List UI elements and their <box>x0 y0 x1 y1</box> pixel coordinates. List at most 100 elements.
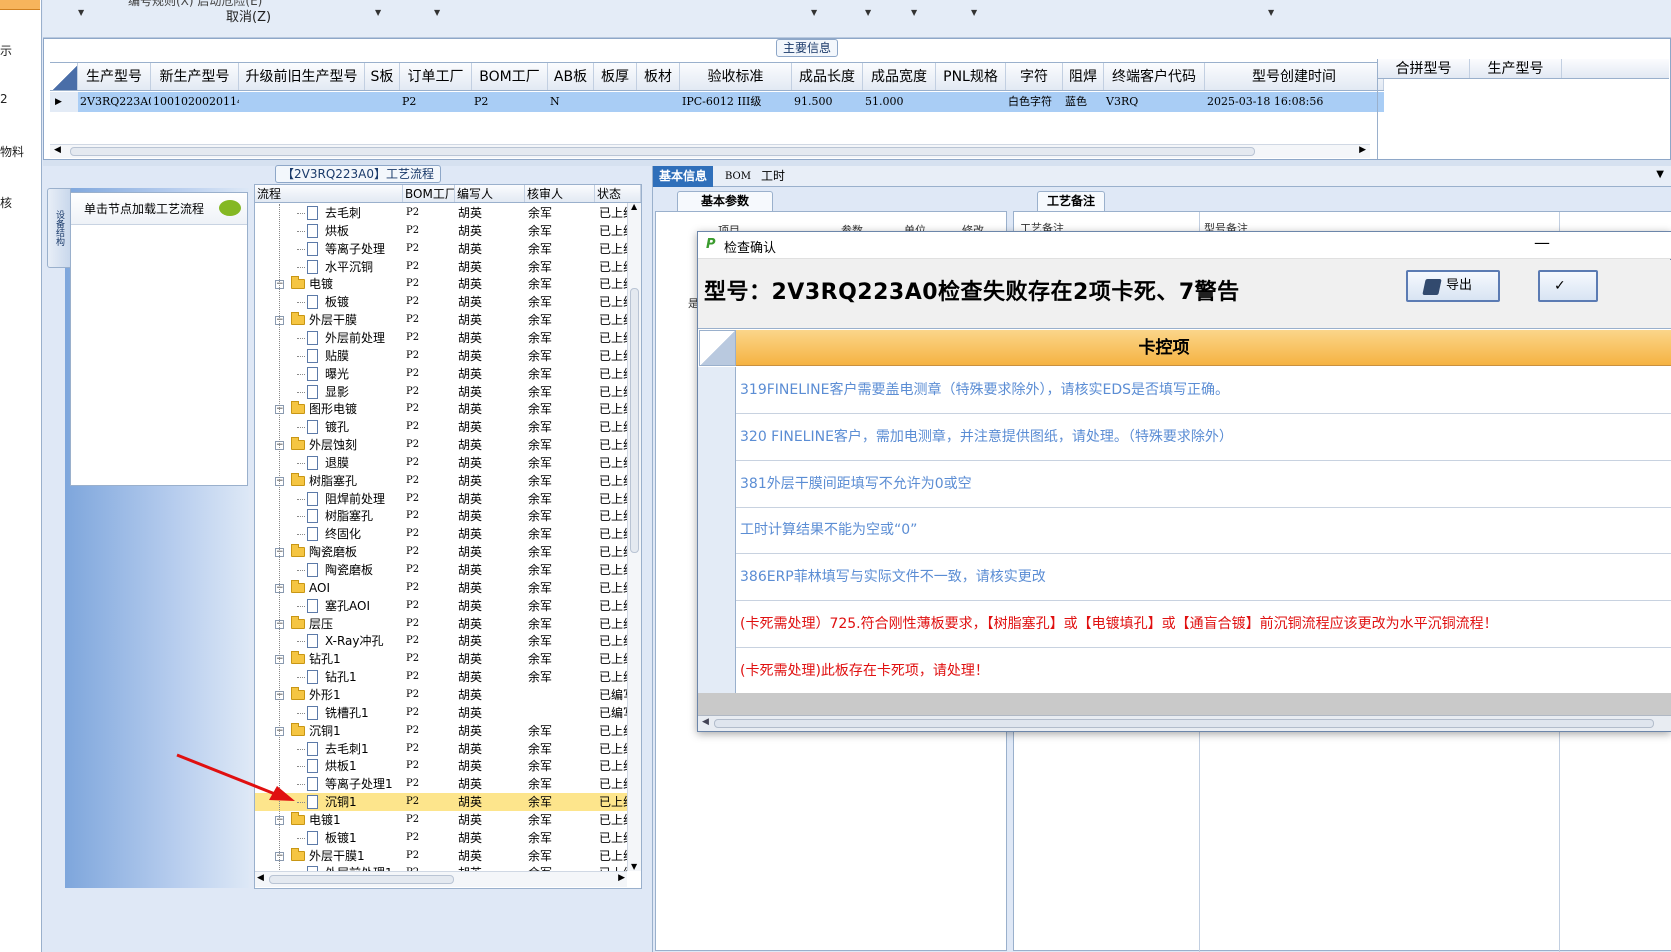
tree-node-label[interactable]: 铣槽孔1 <box>325 704 369 722</box>
tree-node-label[interactable]: 烘板1 <box>325 757 357 775</box>
tree-node-label[interactable]: 板镀 <box>325 293 349 311</box>
tree-row[interactable]: −外层蚀刻P2胡英余军已上线 <box>255 436 627 454</box>
col-header-control-items[interactable]: 卡控项 <box>736 330 1671 366</box>
tree-row[interactable]: −层压P2胡英余军已上线 <box>255 615 627 633</box>
tree-node-label[interactable]: 沉铜1 <box>309 722 341 740</box>
control-item-row[interactable]: 381外层干膜间距填写不允许为0或空 <box>698 460 1671 508</box>
col-header[interactable]: 订单工厂 <box>400 63 472 90</box>
cell[interactable] <box>936 92 1006 112</box>
dialog-titlebar[interactable]: P 检查确认 — <box>698 232 1671 259</box>
tree-node-label[interactable]: X-Ray冲孔 <box>325 632 383 650</box>
tree-row[interactable]: −沉铜1P2胡英余军已上线 <box>255 722 627 740</box>
cell[interactable]: N <box>548 92 594 112</box>
col-header[interactable]: 新生产型号 <box>151 63 239 90</box>
tree-row[interactable]: 曝光 P2 胡英 余军 已上线 <box>255 365 627 383</box>
tree-node-label[interactable]: 层压 <box>309 615 333 633</box>
tree-node-label[interactable]: 水平沉铜 <box>325 258 373 276</box>
tree-node-label[interactable]: 陶瓷磨板 <box>309 543 357 561</box>
dropdown-arrow-icon[interactable]: ▼ <box>1268 8 1274 17</box>
tree-row[interactable]: −电镀1P2胡英余军已上线 <box>255 811 627 829</box>
tree-row[interactable]: 板镀1 P2 胡英 余军 已上线 <box>255 829 627 847</box>
cell[interactable]: 2025-03-18 16:08:56 <box>1205 92 1384 112</box>
row-indicator[interactable] <box>698 601 736 648</box>
tree-node-label[interactable]: 树脂塞孔 <box>309 472 357 490</box>
col-header[interactable]: 生产型号 <box>1470 59 1562 78</box>
tree-row[interactable]: −陶瓷磨板P2胡英余军已上线 <box>255 543 627 561</box>
minimize-button[interactable]: — <box>1534 233 1550 252</box>
tree-row[interactable]: 铣槽孔1 P2 胡英 已编写 <box>255 704 627 722</box>
cell[interactable]: P2 <box>400 92 472 112</box>
tree-node-label[interactable]: 沉铜1 <box>325 793 357 811</box>
col-header[interactable]: 阻焊 <box>1063 63 1104 90</box>
col-header[interactable]: 编写人 <box>455 185 525 202</box>
cell[interactable] <box>637 92 680 112</box>
tree-row[interactable]: 去毛刺 P2 胡英 余军 已上线 <box>255 204 627 222</box>
col-header[interactable]: 合拼型号 <box>1378 59 1470 78</box>
tree-node-label[interactable]: 显影 <box>325 383 349 401</box>
tree-node-label[interactable]: 板镀1 <box>325 829 357 847</box>
dropdown-arrow-icon[interactable]: ▼ <box>78 8 84 17</box>
cell[interactable] <box>239 92 365 112</box>
dropdown-arrow-icon[interactable]: ▼ <box>811 8 817 17</box>
tree-row[interactable]: 退膜 P2 胡英 余军 已上线 <box>255 454 627 472</box>
tree-node-label[interactable]: 塞孔AOI <box>325 597 370 615</box>
row-indicator[interactable] <box>698 367 736 414</box>
tree-row[interactable]: 烘板1 P2 胡英 余军 已上线 <box>255 757 627 775</box>
tree-row[interactable]: −电镀P2胡英余军已上线 <box>255 275 627 293</box>
row-indicator[interactable] <box>698 413 736 461</box>
tree-node-label[interactable]: 外层干膜 <box>309 311 357 329</box>
vertical-scrollbar[interactable]: ▲ ▼ <box>627 202 641 871</box>
col-header[interactable]: 生产型号 <box>78 63 151 90</box>
col-header[interactable]: 字符 <box>1006 63 1063 90</box>
col-header[interactable]: 状态 <box>595 185 641 202</box>
tree-row[interactable]: 沉铜1 P2 胡英 余军 已上线 <box>255 793 627 812</box>
tab-work-hours[interactable]: 工时 <box>755 166 791 187</box>
control-item-row[interactable]: (卡死需处理)此板存在卡死项，请处理！ <box>698 647 1671 695</box>
col-header[interactable]: BOM工厂 <box>472 63 548 90</box>
cell[interactable]: 51.000 <box>863 92 936 112</box>
tree-row[interactable]: 阻焊前处理 P2 胡英 余军 已上线 <box>255 490 627 508</box>
control-item-row[interactable]: (卡死需处理）725.符合刚性薄板要求，【树脂塞孔】或【电镀填孔】或【通盲合镀】… <box>698 601 1671 648</box>
tree-row[interactable]: −外层干膜P2胡英余军已上线 <box>255 311 627 329</box>
tree-node-label[interactable]: 钻孔1 <box>309 650 341 668</box>
tree-row[interactable]: 钻孔1 P2 胡英 余军 已上线 <box>255 668 627 686</box>
col-header[interactable]: AB板 <box>548 63 594 90</box>
tree-node-label[interactable]: 镀孔 <box>325 418 349 436</box>
tree-node-label[interactable]: 外层前处理 <box>325 329 385 347</box>
chevron-down-icon[interactable]: ▼ <box>1656 169 1664 180</box>
control-item-row[interactable]: 320 FINELINE客户，需加电测章，并注意提供图纸，请处理。（特殊要求除外… <box>698 413 1671 461</box>
tree-row[interactable]: X-Ray冲孔 P2 胡英 余军 已上线 <box>255 632 627 650</box>
scrollbar-thumb[interactable] <box>714 719 1654 728</box>
tab-basic-params[interactable]: 基本参数 <box>677 191 773 211</box>
scrollbar-thumb[interactable] <box>269 875 454 884</box>
control-item-row[interactable]: 386ERP菲林填写与实际文件不一致，请核实更改 <box>698 554 1671 602</box>
row-indicator[interactable] <box>698 647 736 695</box>
col-header[interactable]: S板 <box>365 63 400 90</box>
col-header[interactable]: 流程 <box>255 185 403 202</box>
horizontal-scrollbar[interactable]: ◀ <box>698 715 1671 731</box>
tree-row[interactable]: 显影 P2 胡英 余军 已上线 <box>255 383 627 401</box>
tree-row[interactable]: −外形1P2胡英已编写 <box>255 686 627 704</box>
tree-row[interactable]: 贴膜 P2 胡英 余军 已上线 <box>255 347 627 365</box>
tree-row[interactable]: 去毛刺1 P2 胡英 余军 已上线 <box>255 740 627 758</box>
tree-node-label[interactable]: 图形电镀 <box>309 400 357 418</box>
grid-corner[interactable] <box>699 330 736 366</box>
tree-row[interactable]: 等离子处理1 P2 胡英 余军 已上线 <box>255 775 627 793</box>
cell[interactable]: 白色字符 <box>1006 92 1063 112</box>
tree-row[interactable]: 板镀 P2 胡英 余军 已上线 <box>255 293 627 311</box>
tree-node-label[interactable]: 曝光 <box>325 365 349 383</box>
tab-basic-info[interactable]: 基本信息 <box>653 166 714 187</box>
horizontal-scrollbar[interactable]: ◀ ▶ <box>255 871 627 887</box>
row-indicator[interactable] <box>698 554 736 602</box>
cell[interactable]: P2 <box>472 92 548 112</box>
cell[interactable]: V3RQ <box>1104 92 1205 112</box>
tree-node-label[interactable]: 阻焊前处理 <box>325 490 385 508</box>
tree-row[interactable]: 终固化 P2 胡英 余军 已上线 <box>255 525 627 543</box>
horizontal-scrollbar[interactable]: ◀ ▶ <box>50 144 1370 158</box>
tree-row[interactable]: 塞孔AOI P2 胡英 余军 已上线 <box>255 597 627 615</box>
tree-row[interactable]: 烘板 P2 胡英 余军 已上线 <box>255 222 627 240</box>
col-header[interactable]: BOM工厂 <box>403 185 455 202</box>
dropdown-arrow-icon[interactable]: ▼ <box>971 8 977 17</box>
tab-bom[interactable]: BOM <box>719 166 757 187</box>
tree-row[interactable]: −树脂塞孔P2胡英余军已上线 <box>255 472 627 490</box>
